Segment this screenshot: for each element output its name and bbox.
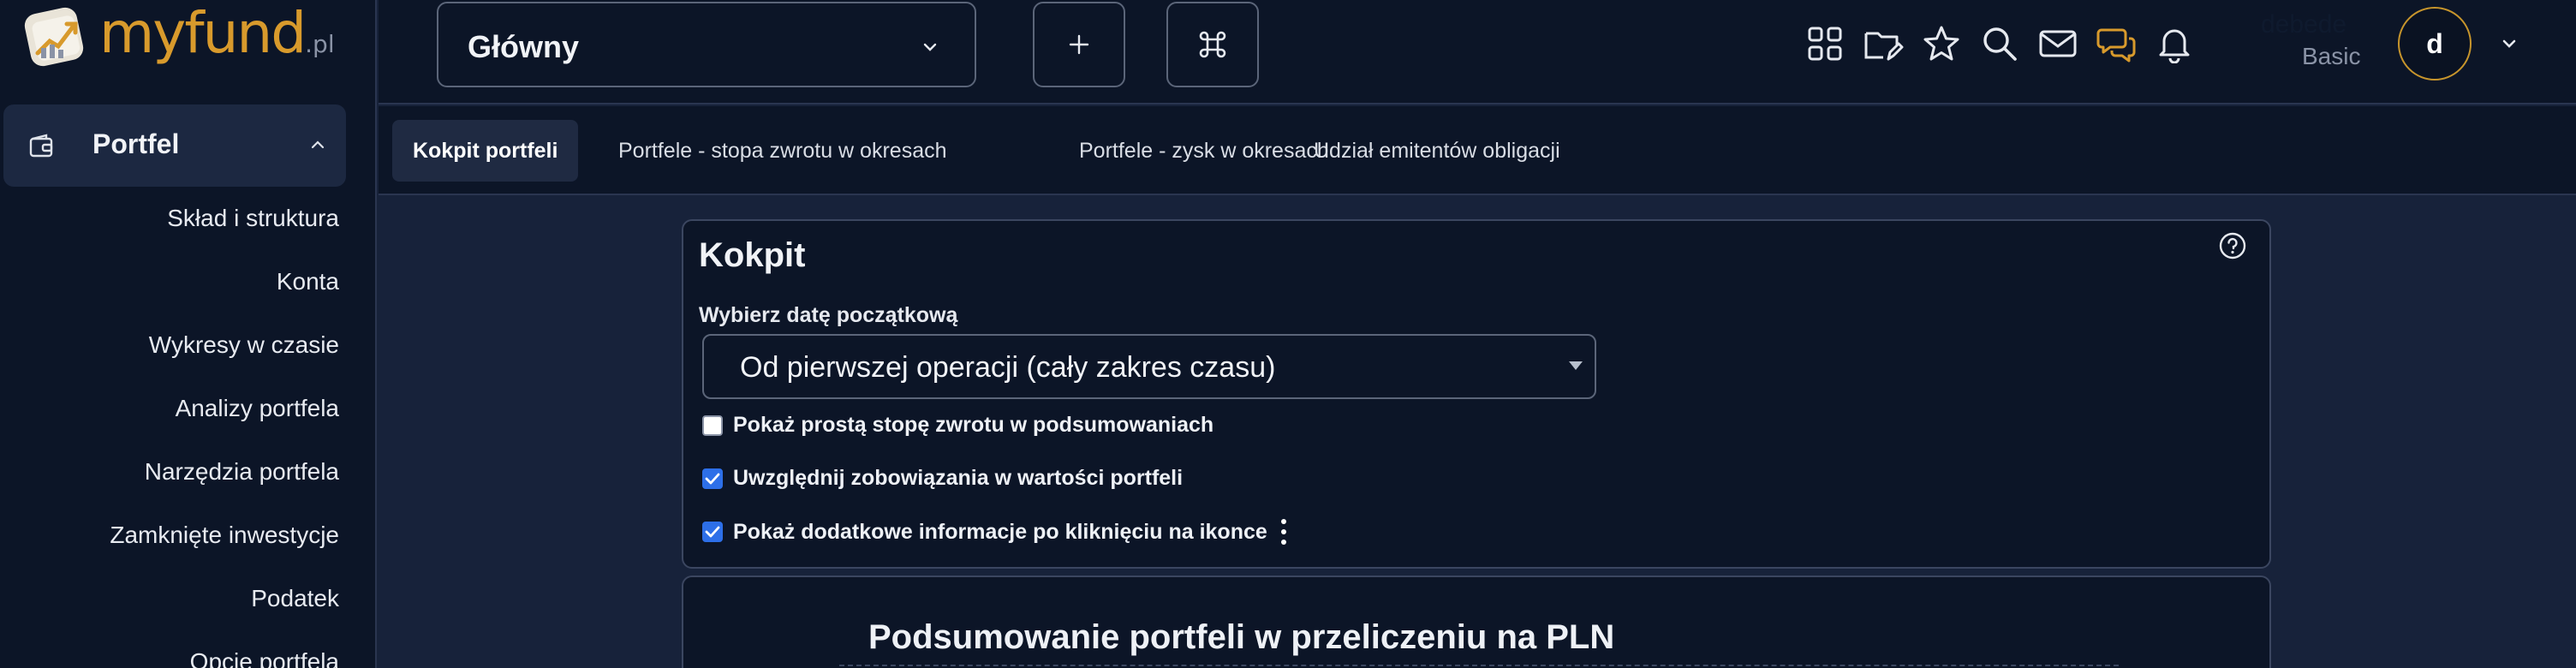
- checkbox-extra-info[interactable]: [702, 522, 723, 542]
- user-name: debede: [2261, 10, 2347, 39]
- sidebar-subnav: Skład i struktura Konta Wykresy w czasie…: [0, 187, 339, 668]
- add-button[interactable]: [1033, 2, 1125, 87]
- chevron-down-icon: [923, 43, 937, 51]
- tab-kokpit-portfeli[interactable]: Kokpit portfeli: [392, 120, 579, 182]
- user-menu-chevron-icon[interactable]: [2501, 38, 2518, 50]
- sidebar-item-narzedzia[interactable]: Narzędzia portfela: [0, 440, 339, 504]
- start-date-select[interactable]: Od pierwszej operacji (cały zakres czasu…: [702, 334, 1596, 399]
- option-simple-return[interactable]: Pokaż prostą stopę zwrotu w podsumowania…: [702, 413, 1213, 438]
- option-simple-return-label: Pokaż prostą stopę zwrotu w podsumowania…: [733, 413, 1214, 437]
- option-extra-info-label: Pokaż dodatkowe informacje po kliknięciu…: [733, 519, 1267, 544]
- tab-udzial-emitentow[interactable]: Udział emitentów obligacji: [1293, 120, 1581, 182]
- avatar-initial: d: [2426, 27, 2443, 59]
- check-icon: [705, 526, 720, 538]
- plus-icon: [1069, 34, 1089, 55]
- summary-card: Podsumowanie portfeli w przeliczeniu na …: [682, 576, 2271, 668]
- portfolio-select[interactable]: Główny: [437, 2, 976, 87]
- kokpit-card: Kokpit Wybierz datę początkową Od pierws…: [682, 219, 2271, 569]
- sidebar-item-opcje[interactable]: Opcje portfela: [0, 630, 339, 668]
- avatar[interactable]: d: [2398, 7, 2472, 81]
- bell-icon[interactable]: [2153, 22, 2196, 65]
- summary-divider: [839, 665, 2119, 666]
- command-button[interactable]: [1166, 2, 1259, 87]
- start-date-label: Wybierz datę początkową: [699, 303, 958, 327]
- logo-suffix-text: .pl: [305, 30, 335, 58]
- option-extra-info[interactable]: Pokaż dodatkowe informacje po kliknięciu…: [702, 519, 1288, 545]
- mail-icon[interactable]: [2036, 22, 2079, 65]
- sidebar-item-sklad[interactable]: Skład i struktura: [0, 187, 339, 250]
- folder-edit-icon[interactable]: [1862, 22, 1905, 65]
- myfund-logo[interactable]: myfund.pl: [22, 0, 335, 72]
- check-icon: [705, 473, 720, 484]
- option-liabilities[interactable]: Uwzględnij zobowiązania w wartości portf…: [702, 466, 1183, 491]
- summary-title: Podsumowanie portfeli w przeliczeniu na …: [868, 618, 1615, 656]
- tabs-bar: Kokpit portfeli Portfele - stopa zwrotu …: [379, 106, 2576, 195]
- kebab-menu-icon[interactable]: [1279, 519, 1288, 545]
- wallet-icon: [29, 134, 53, 158]
- sidebar-section-portfel[interactable]: Portfel: [3, 104, 346, 187]
- sidebar-item-analizy[interactable]: Analizy portfela: [0, 377, 339, 440]
- sidebar-item-podatek[interactable]: Podatek: [0, 567, 339, 630]
- help-icon[interactable]: [2218, 231, 2247, 260]
- checkbox-simple-return[interactable]: [702, 415, 723, 436]
- start-date-value: Od pierwszej operacji (cały zakres czasu…: [740, 351, 1276, 384]
- sidebar-item-konta[interactable]: Konta: [0, 250, 339, 313]
- user-plan: Basic: [2302, 43, 2361, 69]
- command-icon: [1199, 31, 1226, 58]
- option-liabilities-label: Uwzględnij zobowiązania w wartości portf…: [733, 466, 1184, 490]
- logo-main-text: myfund: [99, 0, 307, 66]
- portfolio-select-value: Główny: [468, 29, 580, 64]
- sidebar-item-wykresy[interactable]: Wykresy w czasie: [0, 313, 339, 377]
- logo-text: myfund.pl: [99, 0, 335, 80]
- checkbox-liabilities[interactable]: [702, 468, 723, 489]
- sidebar: myfund.pl Portfel Skład i struktura Kont…: [0, 0, 377, 668]
- apps-grid-icon[interactable]: [1804, 22, 1846, 65]
- caret-down-icon: [1569, 361, 1583, 370]
- sidebar-section-label: Portfel: [92, 128, 180, 159]
- logo-mark-icon: [24, 7, 84, 67]
- star-icon[interactable]: [1920, 22, 1963, 65]
- tab-stopa-zwrotu[interactable]: Portfele - stopa zwrotu w okresach: [598, 120, 968, 182]
- chevron-up-icon: [311, 140, 325, 149]
- chat-icon[interactable]: [2095, 22, 2138, 65]
- sidebar-item-zamkniete[interactable]: Zamknięte inwestycje: [0, 504, 339, 567]
- card-title: Kokpit: [699, 236, 806, 274]
- topbar-icons: [1804, 22, 2196, 65]
- topbar: Główny debede Basic d: [379, 0, 2576, 104]
- search-icon[interactable]: [1978, 22, 2021, 65]
